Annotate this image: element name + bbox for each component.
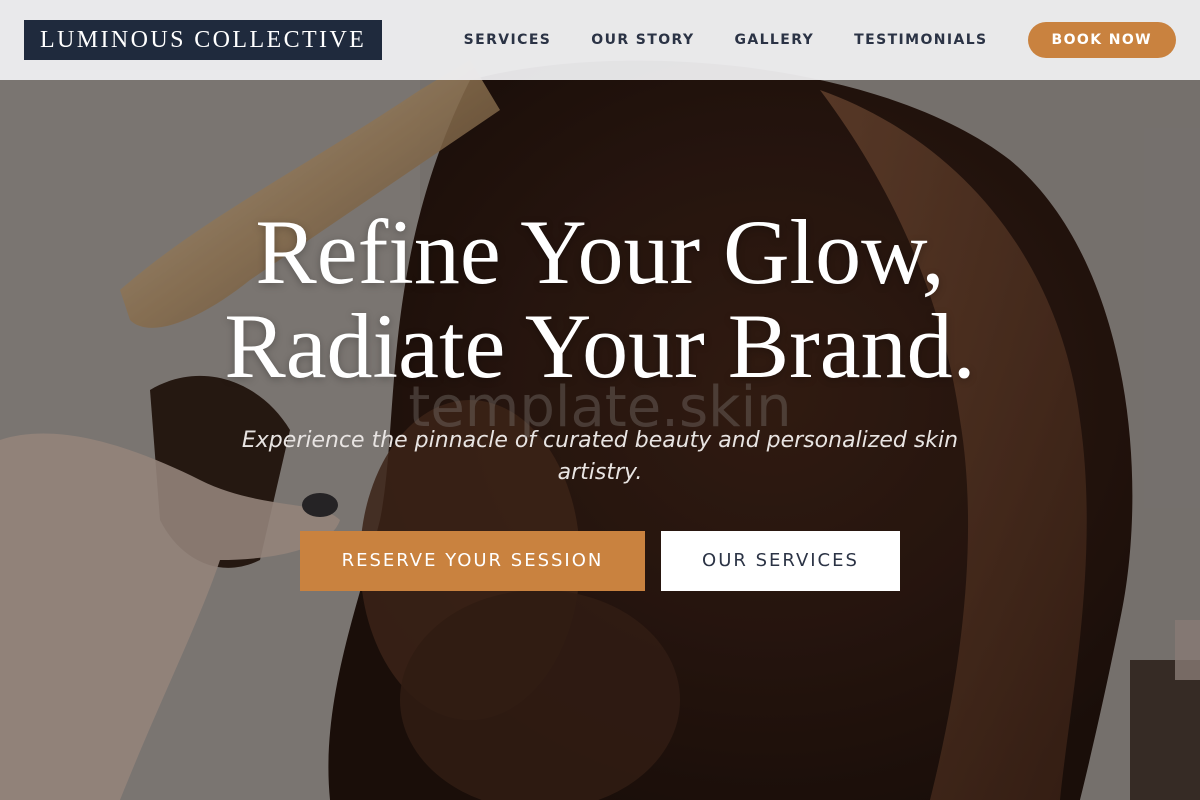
reserve-session-button[interactable]: RESERVE YOUR SESSION	[300, 531, 645, 591]
brand-logo[interactable]: LUMINOUS COLLECTIVE	[24, 20, 383, 60]
nav-item-gallery[interactable]: GALLERY	[734, 32, 814, 48]
main-nav: SERVICES OUR STORY GALLERY TESTIMONIALS …	[464, 0, 1176, 80]
nav-item-testimonials[interactable]: TESTIMONIALS	[854, 32, 987, 48]
nav-item-our-story[interactable]: OUR STORY	[591, 32, 694, 48]
hero-headline-line-1: Refine Your Glow,	[255, 201, 945, 303]
hero-subtitle: Experience the pinnacle of curated beaut…	[241, 428, 959, 485]
hero-headline: Refine Your Glow, Radiate Your Brand.	[0, 205, 1200, 393]
hero-content: template.skin Refine Your Glow, Radiate …	[0, 205, 1200, 591]
nav-item-services[interactable]: SERVICES	[464, 32, 552, 48]
our-services-button[interactable]: OUR SERVICES	[661, 531, 900, 591]
hero-headline-line-2: Radiate Your Brand.	[224, 295, 976, 397]
site-header: LUMINOUS COLLECTIVE SERVICES OUR STORY G…	[0, 0, 1200, 80]
book-now-button[interactable]: BOOK NOW	[1027, 22, 1176, 58]
hero-cta-row: RESERVE YOUR SESSION OUR SERVICES	[0, 531, 1200, 591]
